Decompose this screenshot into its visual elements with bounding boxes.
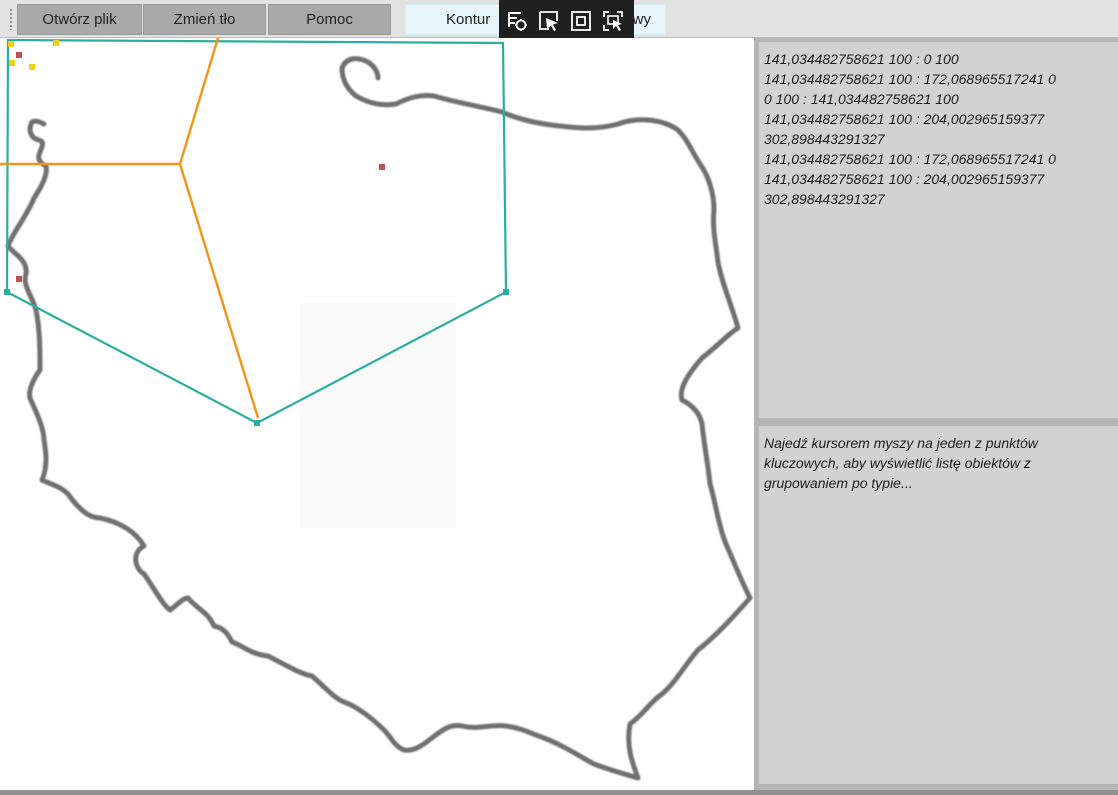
key-point[interactable] (16, 52, 22, 58)
coordinate-entry: 141,034482758621 100 : 204,002965159377 … (764, 171, 1049, 207)
window-bottom-edge (0, 790, 1118, 795)
track-focused-element-icon[interactable] (601, 9, 625, 33)
select-element-icon[interactable] (537, 9, 561, 33)
highlight-point[interactable] (53, 40, 59, 46)
help-button[interactable]: Pomoc (268, 4, 391, 35)
background-patch (300, 303, 456, 528)
contour-vertex[interactable] (503, 289, 509, 295)
key-points (16, 52, 385, 282)
highlighted-points (8, 40, 59, 70)
highlight-point[interactable] (9, 60, 15, 66)
coordinates-list: 141,034482758621 100 : 0 100 141,0344827… (764, 49, 1114, 209)
map-drawing (0, 38, 753, 781)
coordinate-entry: 141,034482758621 100 : 204,002965159377 … (764, 111, 1049, 147)
coordinates-panel: 141,034482758621 100 : 0 100 141,0344827… (759, 42, 1118, 418)
open-file-button[interactable]: Otwórz plik (17, 4, 142, 35)
coordinate-entry: 141,034482758621 100 : 172,068965517241 … (764, 71, 1056, 87)
contour-vertex[interactable] (4, 289, 10, 295)
coordinate-entry: 141,034482758621 100 : 0 100 (764, 51, 959, 67)
side-panel: 141,034482758621 100 : 0 100 141,0344827… (754, 38, 1118, 790)
hint-text: Najedź kursorem myszy na jeden z punktów… (764, 435, 1038, 491)
contour-button[interactable]: Kontur (405, 4, 500, 35)
live-visual-tree-icon[interactable] (505, 9, 529, 33)
contour-vertex[interactable] (254, 420, 260, 426)
highlight-point[interactable] (29, 64, 35, 70)
map-canvas[interactable] (0, 38, 754, 790)
coordinate-entry: 141,034482758621 100 : 172,068965517241 … (764, 151, 1056, 167)
highlight-point[interactable] (8, 41, 14, 47)
voronoi-edge (178, 38, 220, 165)
object-info-panel: Najedź kursorem myszy na jeden z punktów… (759, 426, 1118, 784)
change-background-button[interactable]: Zmień tło (143, 4, 266, 35)
voronoi-edge (178, 163, 260, 419)
key-point[interactable] (16, 276, 22, 282)
display-layout-adorners-icon[interactable] (569, 9, 593, 33)
coordinate-entry: 0 100 : 141,034482758621 100 (764, 91, 959, 107)
toolbar-grip-icon[interactable] (9, 8, 13, 30)
key-point[interactable] (379, 164, 385, 170)
